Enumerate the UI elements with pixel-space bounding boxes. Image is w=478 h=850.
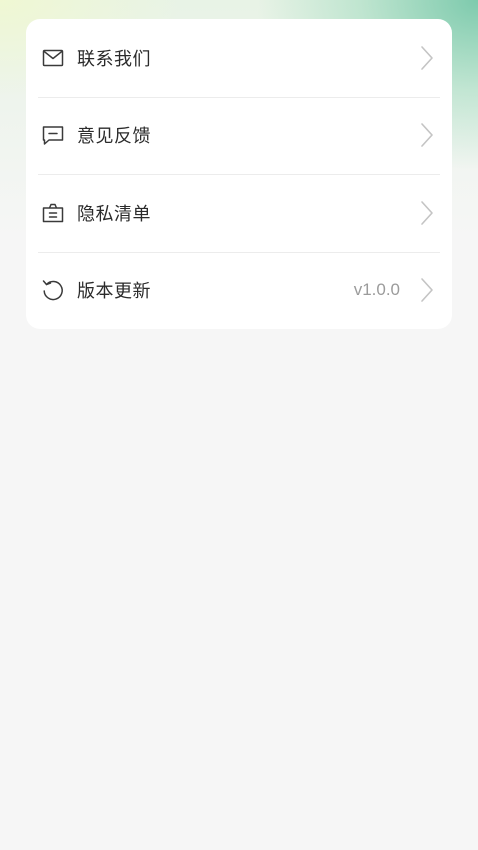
chevron-right-icon xyxy=(420,200,434,226)
settings-menu-card: 联系我们 意见反馈 隐私清单 版本更新 v1.0.0 xyxy=(26,19,452,329)
mail-icon xyxy=(41,46,65,70)
menu-item-label: 意见反馈 xyxy=(77,126,151,148)
refresh-icon xyxy=(41,278,65,302)
feedback-icon xyxy=(41,123,65,147)
version-number: v1.0.0 xyxy=(353,280,400,300)
chevron-right-icon xyxy=(420,122,434,148)
menu-item-privacy-list[interactable]: 隐私清单 xyxy=(26,174,452,252)
chevron-right-icon xyxy=(420,277,434,303)
chevron-right-icon xyxy=(420,45,434,71)
menu-item-label: 联系我们 xyxy=(77,48,151,70)
menu-item-version-update[interactable]: 版本更新 v1.0.0 xyxy=(26,251,452,330)
privacy-list-icon xyxy=(41,201,65,225)
menu-item-feedback[interactable]: 意见反馈 xyxy=(26,96,452,175)
menu-item-label: 版本更新 xyxy=(77,281,151,303)
menu-item-label: 隐私清单 xyxy=(77,203,151,225)
menu-item-contact-us[interactable]: 联系我们 xyxy=(26,19,452,97)
